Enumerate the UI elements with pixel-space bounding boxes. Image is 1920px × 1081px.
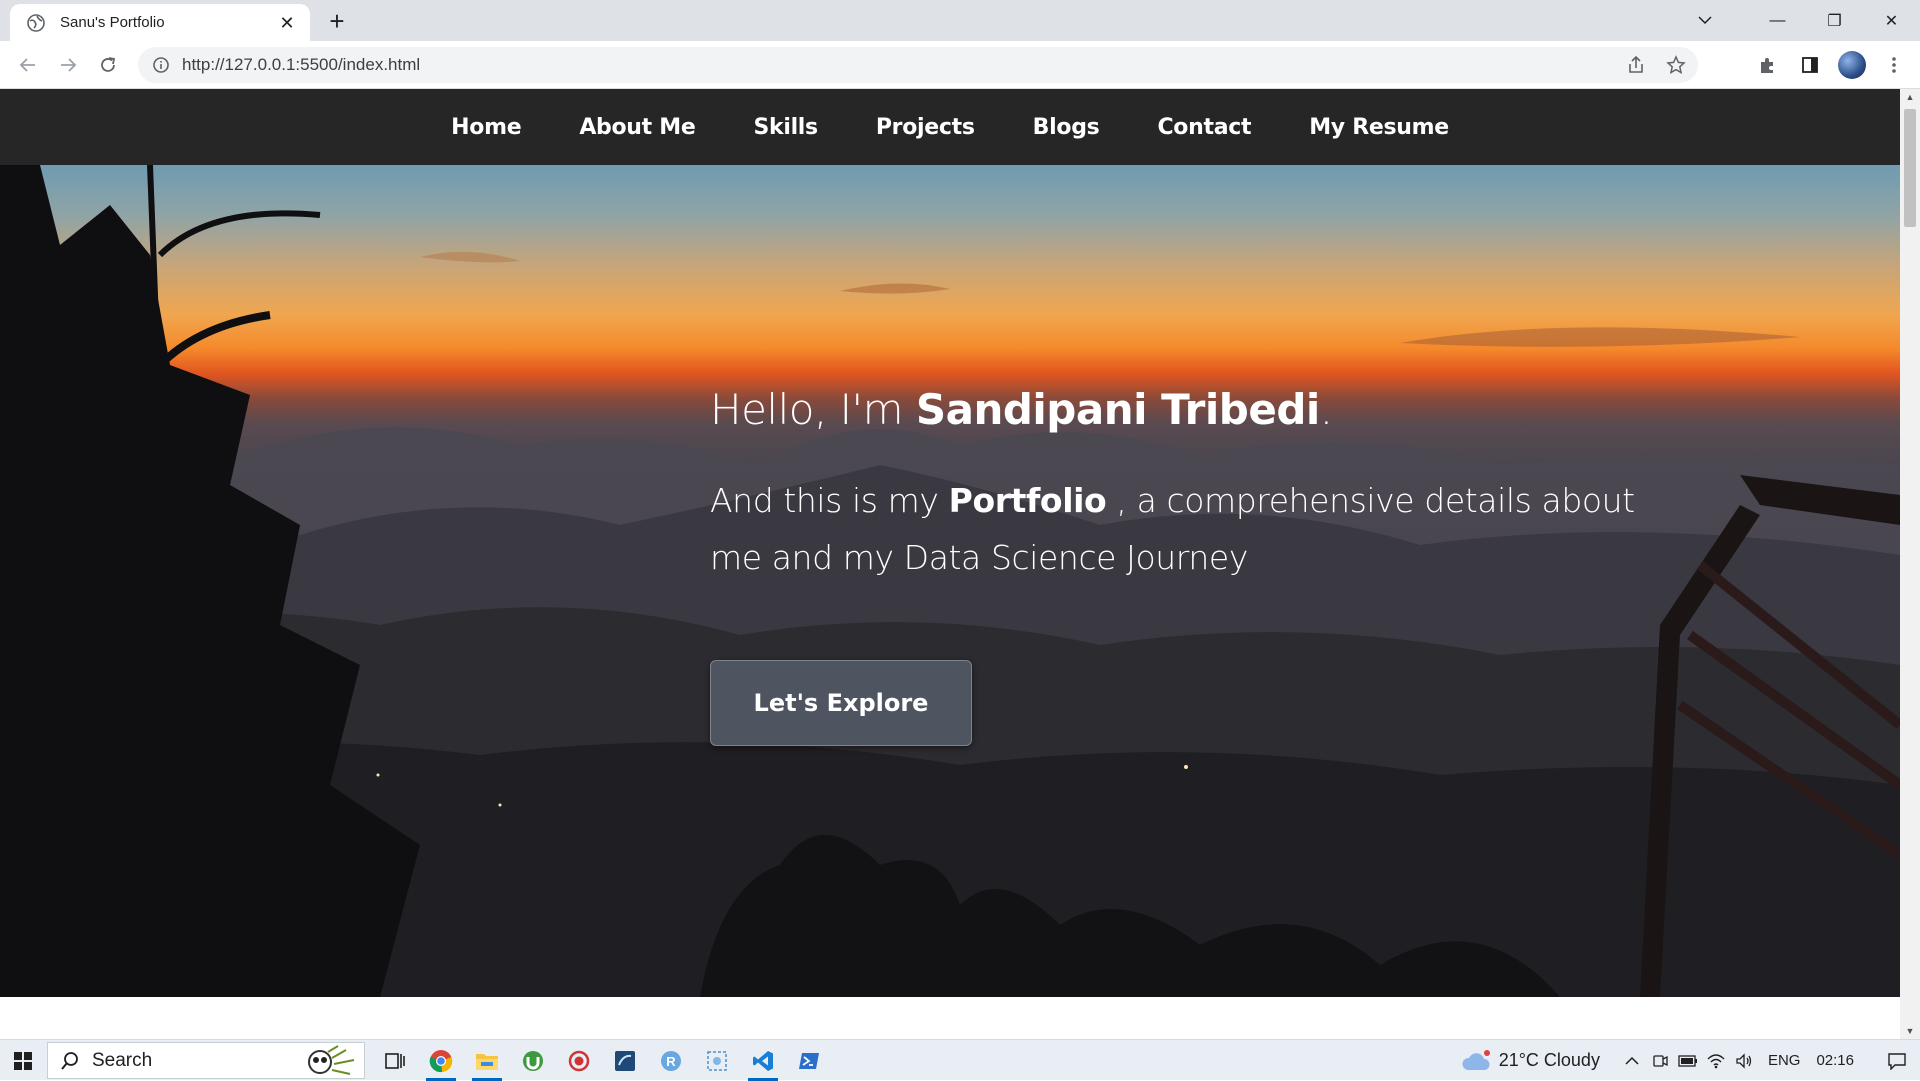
taskbar-search-label: Search [92,1049,153,1071]
globe-icon [27,13,45,32]
lets-explore-button[interactable]: Let's Explore [710,660,972,746]
minimize-button[interactable]: — [1749,0,1806,41]
svg-text:R: R [666,1054,676,1069]
site-navbar: Home About Me Skills Projects Blogs Cont… [0,89,1900,165]
side-panel-icon[interactable] [1796,51,1824,79]
greeting-suffix: . [1319,385,1333,434]
nav-link-resume[interactable]: My Resume [1309,115,1449,140]
notifications-icon[interactable] [1874,1040,1920,1081]
meet-now-icon[interactable] [1646,1040,1674,1081]
browser-tab-strip: Sanu's Portfolio ✕ + — ❐ ✕ [0,0,1920,41]
extensions-puzzle-icon[interactable] [1754,51,1782,79]
nav-link-contact[interactable]: Contact [1157,115,1251,140]
site-info-icon[interactable] [152,56,170,74]
weather-widget[interactable]: 21°C Cloudy [1461,1049,1600,1072]
weather-text: 21°C Cloudy [1498,1050,1600,1070]
nav-link-projects[interactable]: Projects [876,115,975,140]
forward-arrow-icon[interactable] [52,49,84,81]
language-indicator[interactable]: ENG [1768,1052,1801,1069]
chrome-app-icon[interactable] [418,1040,464,1081]
utorrent-app-icon[interactable] [510,1040,556,1081]
volume-icon[interactable] [1730,1040,1758,1081]
menu-kebab-icon[interactable] [1880,51,1908,79]
taskbar-apps: R [372,1040,832,1081]
tagline-bold: Portfolio [948,481,1107,520]
r-app-icon[interactable]: R [648,1040,694,1081]
restore-button[interactable]: ❐ [1806,0,1863,41]
search-highlight-mascot-icon [308,1045,355,1075]
system-tray: 21°C Cloudy ENG 02:16 [1461,1040,1920,1081]
hero-content: Hello, I'm Sandipani Tribedi. And this i… [710,385,1710,746]
greeting-prefix: Hello, I'm [710,385,916,434]
reload-icon[interactable] [92,49,124,81]
page-viewport: Home About Me Skills Projects Blogs Cont… [0,89,1900,1039]
task-view-icon[interactable] [372,1040,418,1081]
profile-avatar[interactable] [1838,51,1866,79]
share-icon[interactable] [1626,55,1646,75]
cloudy-weather-icon [1462,1049,1490,1070]
new-tab-button[interactable]: + [322,7,352,37]
browser-tab[interactable]: Sanu's Portfolio ✕ [10,4,310,41]
powershell-app-icon[interactable] [786,1040,832,1081]
windows-start-icon[interactable] [0,1040,45,1081]
nav-link-about[interactable]: About Me [579,115,695,140]
back-arrow-icon[interactable] [12,49,44,81]
hero-greeting: Hello, I'm Sandipani Tribedi. [710,385,1710,434]
close-window-button[interactable]: ✕ [1863,0,1920,41]
page-scrollbar[interactable]: ▲ ▼ [1900,89,1920,1039]
tab-title: Sanu's Portfolio [60,14,165,31]
wifi-icon[interactable] [1702,1040,1730,1081]
browser-toolbar: http://127.0.0.1:5500/index.html [0,41,1920,89]
system-clock[interactable]: 02:16 [1816,1052,1854,1069]
url-text[interactable]: http://127.0.0.1:5500/index.html [182,55,420,75]
nav-link-home[interactable]: Home [451,115,521,140]
hero-tagline: And this is my Portfolio , a comprehensi… [710,472,1670,586]
nav-link-blogs[interactable]: Blogs [1033,115,1100,140]
search-icon [61,1051,78,1070]
mysql-workbench-app-icon[interactable] [602,1040,648,1081]
scroll-up-arrow-icon[interactable]: ▲ [1900,89,1920,105]
battery-icon[interactable] [1674,1040,1702,1081]
snipping-tool-app-icon[interactable] [694,1040,740,1081]
tab-close-icon[interactable]: ✕ [276,12,298,34]
show-hidden-icons-chevron-icon[interactable] [1618,1040,1646,1081]
hero-section: Hello, I'm Sandipani Tribedi. And this i… [0,165,1900,997]
screen-recorder-app-icon[interactable] [556,1040,602,1081]
vscode-app-icon[interactable] [740,1040,786,1081]
hero-name: Sandipani Tribedi [915,385,1320,434]
tab-search-chevron-icon[interactable] [1690,8,1720,32]
taskbar-search-box[interactable]: Search [47,1042,365,1079]
file-explorer-icon[interactable] [464,1040,510,1081]
nav-link-skills[interactable]: Skills [753,115,818,140]
scroll-down-arrow-icon[interactable]: ▼ [1900,1023,1920,1039]
scrollbar-thumb[interactable] [1904,109,1916,227]
address-bar[interactable]: http://127.0.0.1:5500/index.html [138,47,1698,83]
bookmark-star-icon[interactable] [1666,55,1686,75]
windows-taskbar: Search R 21°C Cloudy ENG 02:16 [0,1039,1920,1081]
tagline-prefix: And this is my [710,481,949,520]
